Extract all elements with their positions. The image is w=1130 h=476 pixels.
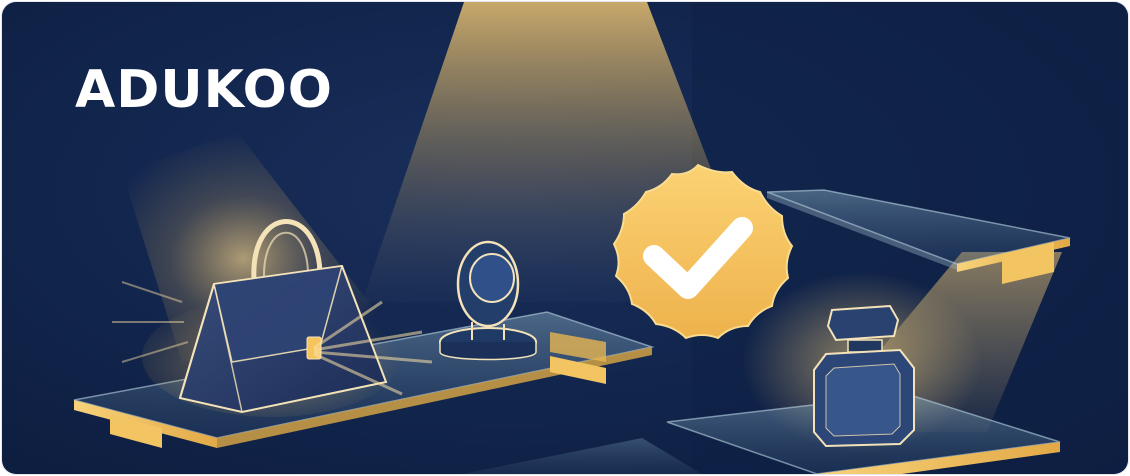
hero-banner: ADUKOO (2, 2, 1128, 474)
brand-logo-text: ADUKOO (75, 60, 334, 120)
